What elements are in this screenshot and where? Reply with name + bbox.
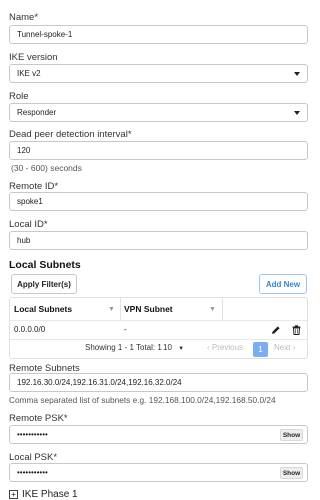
show-remote-psk-button[interactable]: Show bbox=[280, 429, 303, 441]
filter-icon[interactable]: ▼ bbox=[108, 306, 115, 313]
edit-pencil-icon[interactable] bbox=[271, 322, 281, 340]
remote-psk-value: ••••••••••• bbox=[17, 430, 48, 439]
dpd-input[interactable]: 120 bbox=[9, 141, 308, 160]
column-header-label: VPN Subnet bbox=[124, 304, 173, 314]
chevron-down-icon: ▼ bbox=[178, 346, 185, 352]
chevron-down-icon bbox=[294, 111, 300, 115]
ike-version-label: IKE version bbox=[9, 52, 58, 63]
role-label: Role bbox=[9, 91, 29, 102]
header-divider bbox=[10, 320, 307, 321]
local-psk-label: Local PSK* bbox=[9, 452, 58, 463]
filter-icon[interactable]: ▼ bbox=[209, 306, 216, 313]
local-psk-input[interactable]: ••••••••••• Show bbox=[9, 463, 308, 482]
local-subnet-cell: 0.0.0.0/0 bbox=[14, 325, 46, 334]
remote-id-value: spoke1 bbox=[17, 197, 43, 206]
local-id-label: Local ID* bbox=[9, 219, 48, 230]
local-id-input[interactable]: hub bbox=[9, 231, 308, 250]
apply-filter-button[interactable]: Apply Filter(s) bbox=[11, 274, 77, 294]
local-psk-value: ••••••••••• bbox=[17, 468, 48, 477]
column-divider bbox=[222, 298, 223, 320]
ike-phase-1-toggle[interactable]: + IKE Phase 1 bbox=[9, 489, 78, 500]
next-label: Next bbox=[274, 343, 291, 352]
name-value: Tunnel-spoke-1 bbox=[17, 30, 73, 39]
page-button-current[interactable]: 1 bbox=[253, 342, 268, 357]
chevron-down-icon bbox=[294, 72, 300, 76]
remote-subnets-value: 192.16.30.0/24,192.16.31.0/24,192.16.32.… bbox=[17, 378, 182, 387]
remote-subnets-input[interactable]: 192.16.30.0/24,192.16.31.0/24,192.16.32.… bbox=[9, 373, 308, 392]
add-new-button[interactable]: Add New bbox=[259, 274, 307, 294]
remote-psk-input[interactable]: ••••••••••• Show bbox=[9, 425, 308, 444]
vpn-subnet-cell: - bbox=[124, 325, 127, 334]
dpd-hint: (30 - 600) seconds bbox=[11, 163, 82, 173]
trash-icon[interactable] bbox=[292, 322, 301, 340]
remote-id-label: Remote ID* bbox=[9, 181, 59, 192]
next-page-button[interactable]: Next › bbox=[274, 343, 295, 352]
name-label: Name* bbox=[9, 12, 39, 23]
local-id-value: hub bbox=[17, 236, 31, 245]
show-local-psk-button[interactable]: Show bbox=[280, 467, 303, 479]
chevron-right-icon: › bbox=[292, 343, 296, 352]
pagination-summary: Showing 1 - 1 Total: 1 bbox=[85, 343, 162, 352]
remote-id-input[interactable]: spoke1 bbox=[9, 192, 308, 211]
local-subnets-title: Local Subnets bbox=[9, 259, 81, 271]
remote-subnets-hint: Comma separated list of subnets e.g. 192… bbox=[9, 395, 276, 405]
column-divider bbox=[120, 298, 121, 320]
ike-version-value: IKE v2 bbox=[17, 69, 41, 78]
previous-label: Previous bbox=[211, 343, 244, 352]
column-header-label: Local Subnets bbox=[14, 304, 73, 314]
page-size-select[interactable]: 10 ▼ bbox=[163, 343, 184, 352]
column-header-vpn-subnet[interactable]: VPN Subnet bbox=[124, 298, 219, 320]
dpd-value: 120 bbox=[17, 146, 31, 155]
ike-phase-1-label: IKE Phase 1 bbox=[22, 489, 78, 500]
ike-version-select[interactable]: IKE v2 bbox=[9, 64, 308, 83]
chevron-left-icon: ‹ bbox=[207, 343, 210, 352]
row-divider bbox=[10, 339, 307, 340]
page-size-value: 10 bbox=[163, 343, 172, 352]
name-input[interactable]: Tunnel-spoke-1 bbox=[9, 25, 308, 44]
previous-page-button[interactable]: ‹ Previous bbox=[207, 343, 243, 352]
expand-plus-icon: + bbox=[9, 490, 18, 499]
remote-psk-label: Remote PSK* bbox=[9, 413, 68, 424]
column-header-local-subnets[interactable]: Local Subnets bbox=[14, 298, 120, 320]
role-select[interactable]: Responder bbox=[9, 103, 308, 122]
dpd-label: Dead peer detection interval* bbox=[9, 129, 132, 140]
role-value: Responder bbox=[17, 108, 57, 117]
